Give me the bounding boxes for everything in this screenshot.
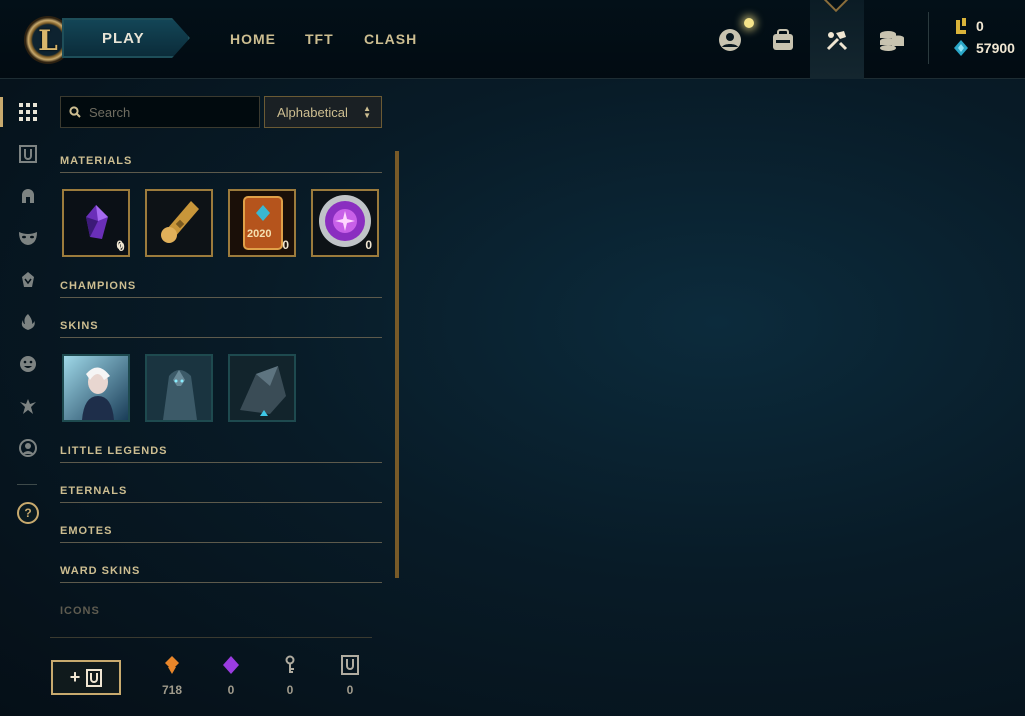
orange-essence-value: 0: [976, 18, 984, 34]
mythic-essence-stat: 0: [211, 655, 251, 697]
token-year-label: 2020: [247, 228, 272, 240]
profile-icon[interactable]: [716, 26, 744, 54]
rail-active-indicator: [0, 97, 3, 127]
skin-art-icon: [230, 356, 294, 420]
category-label: ETERNALS: [60, 485, 128, 497]
orange-essence-display: 0: [954, 18, 984, 34]
stat-value: 0: [346, 683, 354, 697]
play-button[interactable]: PLAY: [62, 18, 190, 58]
skin-tile[interactable]: [145, 354, 213, 422]
skin-tile[interactable]: [228, 354, 296, 422]
search-icon: [69, 106, 81, 118]
orange-essence-icon: [165, 656, 179, 674]
category-label: CHAMPIONS: [60, 280, 137, 292]
category-label: MATERIALS: [60, 155, 133, 167]
blue-essence-icon: [954, 40, 968, 56]
mask-icon[interactable]: [15, 225, 41, 251]
skin-art-icon: [147, 356, 211, 420]
ward-icon[interactable]: [15, 393, 41, 419]
category-label: WARD SKINS: [60, 565, 141, 577]
nav-home[interactable]: HOME: [230, 31, 276, 47]
material-count: 0: [282, 238, 289, 252]
chest-icon: [86, 668, 103, 687]
material-hextech-key[interactable]: [145, 189, 213, 257]
rail-separator: [17, 484, 37, 485]
hextech-key-icon: [147, 191, 211, 255]
skin-art-icon: [64, 356, 128, 420]
chest-icon: [341, 655, 359, 675]
emote-icon[interactable]: [15, 351, 41, 377]
key-fragment-icon: [285, 655, 295, 673]
add-chest-button[interactable]: +: [51, 660, 121, 695]
chest-icon[interactable]: [15, 141, 41, 167]
stat-value: 0: [227, 683, 235, 697]
blue-essence-display: 57900: [954, 40, 1015, 56]
sort-dropdown[interactable]: Alphabetical ▲ ▼: [264, 96, 382, 128]
nav-tft[interactable]: TFT: [305, 31, 334, 47]
store-icon[interactable]: [877, 26, 905, 54]
collection-icon[interactable]: [769, 26, 797, 54]
material-count: 0: [365, 238, 372, 252]
loot-scrollbar[interactable]: [395, 151, 399, 578]
blue-essence-value: 57900: [976, 40, 1015, 56]
search-box[interactable]: [60, 96, 260, 128]
help-button[interactable]: ?: [17, 502, 39, 524]
chest-stat: 0: [330, 655, 370, 697]
sort-arrows-icon: ▲ ▼: [363, 104, 371, 120]
flame-icon[interactable]: [15, 309, 41, 335]
nav-clash[interactable]: CLASH: [364, 31, 417, 47]
search-input[interactable]: [89, 104, 249, 120]
header-divider: [928, 12, 929, 64]
category-label: EMOTES: [60, 525, 113, 537]
add-label: +: [69, 667, 81, 687]
stat-value: 0: [286, 683, 294, 697]
stat-value: 718: [161, 683, 183, 697]
skin-tile[interactable]: [62, 354, 130, 422]
crafting-icon[interactable]: [823, 26, 851, 54]
sort-value: Alphabetical: [277, 104, 348, 120]
purple-gem-icon: [223, 656, 239, 674]
grid-all-icon[interactable]: [15, 99, 41, 125]
champion-icon[interactable]: [15, 267, 41, 293]
play-label: PLAY: [102, 29, 145, 47]
logo-letter: L: [38, 23, 58, 57]
category-label: SKINS: [60, 320, 99, 332]
category-eternals[interactable]: ETERNALS: [60, 485, 382, 503]
material-2020-token[interactable]: 2020 0: [228, 189, 296, 257]
category-label: ICONS: [60, 605, 100, 617]
category-emotes[interactable]: EMOTES: [60, 525, 382, 543]
helmet-icon[interactable]: [15, 183, 41, 209]
category-little-legends[interactable]: LITTLE LEGENDS: [60, 445, 382, 463]
material-count: 0: [118, 240, 125, 254]
profile-icon-category[interactable]: [15, 435, 41, 461]
material-orb[interactable]: 0: [311, 189, 379, 257]
category-materials[interactable]: MATERIALS: [60, 155, 382, 173]
bottom-separator: [50, 637, 372, 638]
category-icons[interactable]: ICONS: [60, 605, 382, 623]
top-bar: L PLAY HOME TFT CLASH 0 57900: [0, 0, 1025, 79]
category-ward-skins[interactable]: WARD SKINS: [60, 565, 382, 583]
key-fragment-stat: 0: [270, 655, 310, 697]
orange-essence-icon: [956, 18, 966, 34]
notification-dot: [744, 18, 754, 28]
orange-essence-stat: 718: [152, 655, 192, 697]
category-label: LITTLE LEGENDS: [60, 445, 168, 457]
category-champions[interactable]: CHAMPIONS: [60, 280, 382, 298]
category-skins[interactable]: SKINS: [60, 320, 382, 338]
